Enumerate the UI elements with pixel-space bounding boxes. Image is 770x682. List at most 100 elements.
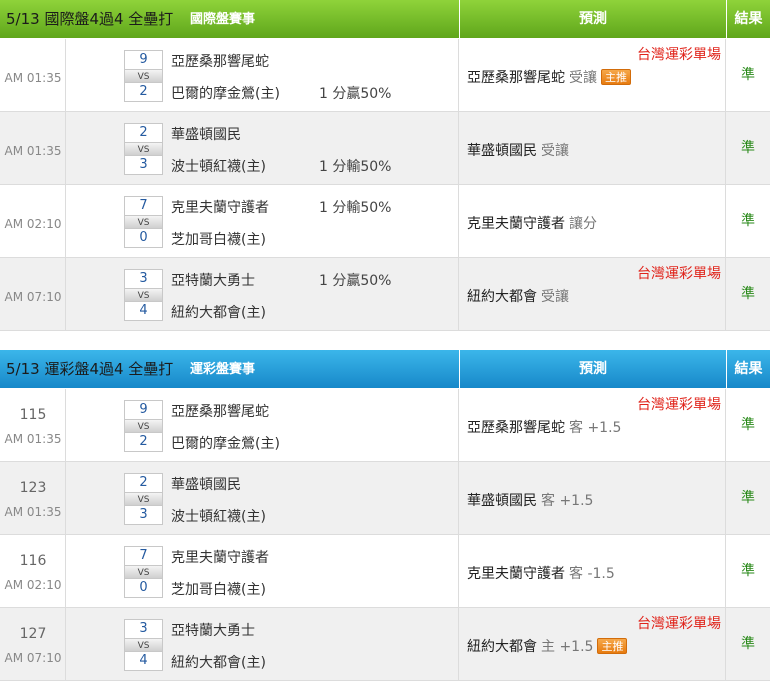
score-home: 3 [139, 157, 148, 172]
pick-team: 亞歷桑那響尾蛇 [467, 420, 565, 436]
table-row: 123 AM 01:35 2 VS 3 華盛頓國民 波士頓紅襪(主) 華盛頓國民… [0, 462, 770, 535]
pick-team: 克里夫蘭守護者 [467, 216, 565, 232]
vs-label: VS [125, 419, 162, 433]
team-home[interactable]: 巴爾的摩金鶯(主) [171, 83, 280, 103]
prediction-pick: 華盛頓國民 受讓 [467, 140, 569, 160]
team-away[interactable]: 亞特蘭大勇士 [171, 620, 255, 640]
team-home[interactable]: 紐約大都會(主) [171, 302, 266, 322]
match-cell: 2 VS 3 華盛頓國民 波士頓紅襪(主) [66, 462, 459, 534]
prediction-pick: 紐約大都會主 +1.5 主推 [467, 636, 628, 656]
pick-note: 受讓 [541, 289, 569, 305]
match-cell: 7 VS 0 克里夫蘭守護者 芝加哥白襪(主) 1 分輸50% [66, 185, 459, 257]
game-number: 127 [19, 626, 47, 642]
match-cell: 9 VS 2 亞歷桑那響尾蛇 巴爾的摩金鶯(主) 1 分贏50% [66, 39, 459, 111]
match-cell: 9 VS 2 亞歷桑那響尾蛇 巴爾的摩金鶯(主) [66, 389, 459, 461]
time-cell: 116 AM 02:10 [0, 535, 66, 607]
scorebox: 3 VS 4 [124, 619, 163, 671]
team-away[interactable]: 華盛頓國民 [171, 124, 241, 144]
prediction-cell: 克里夫蘭守護者 讓分 [459, 185, 726, 257]
pick-note: 客 +1.5 [569, 420, 622, 436]
single-game-tag: 台灣運彩單場 [637, 616, 721, 632]
score-away: 2 [139, 475, 148, 490]
scorebox: 2 VS 3 [124, 473, 163, 525]
team-away[interactable]: 華盛頓國民 [171, 474, 241, 494]
scorebox: 3 VS 4 [124, 269, 163, 321]
match-time: AM 02:10 [4, 578, 62, 592]
team-home[interactable]: 紐約大都會(主) [171, 652, 266, 672]
score-away: 2 [139, 125, 148, 140]
vs-label: VS [125, 288, 162, 302]
lottery-pred-header: 預測 [459, 350, 726, 389]
result-cell: 準 [741, 636, 755, 652]
score-away: 3 [139, 271, 148, 286]
vs-label: VS [125, 565, 162, 579]
pick-team: 紐約大都會 [467, 289, 537, 305]
team-away[interactable]: 克里夫蘭守護者 [171, 547, 269, 567]
vs-label: VS [125, 638, 162, 652]
pick-team: 亞歷桑那響尾蛇 [467, 70, 565, 86]
score-away: 3 [139, 621, 148, 636]
scorebox: 2 VS 3 [124, 123, 163, 175]
game-number: 123 [19, 480, 47, 496]
scorebox: 7 VS 0 [124, 546, 163, 598]
lottery-result-header: 結果 [726, 350, 770, 389]
team-home[interactable]: 芝加哥白襪(主) [171, 229, 266, 249]
intl-panel: 5/13 國際盤4過4 全壘打 國際盤賽事 預測 結果 AM 01:35 9 V… [0, 0, 770, 331]
vs-label: VS [125, 69, 162, 83]
team-away[interactable]: 亞歷桑那響尾蛇 [171, 51, 269, 71]
team-home[interactable]: 芝加哥白襪(主) [171, 579, 266, 599]
vs-label: VS [125, 142, 162, 156]
scorebox: 9 VS 2 [124, 50, 163, 102]
intl-pred-header: 預測 [459, 0, 726, 39]
lottery-header: 5/13 運彩盤4過4 全壘打 運彩盤賽事 預測 結果 [0, 350, 770, 389]
team-away[interactable]: 克里夫蘭守護者 [171, 197, 269, 217]
match-cell: 2 VS 3 華盛頓國民 波士頓紅襪(主) 1 分輸50% [66, 112, 459, 184]
match-time: AM 07:10 [4, 290, 62, 304]
match-cell: 7 VS 0 克里夫蘭守護者 芝加哥白襪(主) [66, 535, 459, 607]
table-row: AM 01:35 2 VS 3 華盛頓國民 波士頓紅襪(主) 1 分輸50% 華… [0, 112, 770, 185]
team-home[interactable]: 巴爾的摩金鶯(主) [171, 433, 280, 453]
prediction-cell: 台灣運彩單場 紐約大都會 受讓 [459, 258, 726, 330]
score-away: 9 [139, 402, 148, 417]
table-row: 127 AM 07:10 3 VS 4 亞特蘭大勇士 紐約大都會(主) 台灣運彩… [0, 608, 770, 681]
single-game-tag: 台灣運彩單場 [637, 47, 721, 63]
match-time: AM 02:10 [4, 217, 62, 231]
team-away[interactable]: 亞歷桑那響尾蛇 [171, 401, 269, 421]
team-home[interactable]: 波士頓紅襪(主) [171, 156, 266, 176]
prediction-pick: 克里夫蘭守護者 讓分 [467, 213, 597, 233]
single-game-tag: 台灣運彩單場 [637, 397, 721, 413]
table-row: 116 AM 02:10 7 VS 0 克里夫蘭守護者 芝加哥白襪(主) 克里夫… [0, 535, 770, 608]
table-row: AM 01:35 9 VS 2 亞歷桑那響尾蛇 巴爾的摩金鶯(主) 1 分贏50… [0, 39, 770, 112]
top-pick-badge: 主推 [601, 69, 631, 85]
result-cell: 準 [741, 417, 755, 433]
intl-title: 5/13 國際盤4過4 全壘打 [6, 10, 174, 28]
score-home: 2 [139, 434, 148, 449]
time-cell: 127 AM 07:10 [0, 608, 66, 680]
single-game-tag: 台灣運彩單場 [637, 266, 721, 282]
match-time: AM 01:35 [4, 505, 62, 519]
match-time: AM 01:35 [4, 71, 62, 85]
game-number: 116 [19, 553, 47, 569]
scorebox: 7 VS 0 [124, 196, 163, 248]
pick-note: 主 +1.5 [541, 639, 594, 655]
game-number: 115 [19, 407, 47, 423]
match-time: AM 01:35 [4, 432, 62, 446]
lottery-title: 5/13 運彩盤4過4 全壘打 [6, 360, 174, 378]
team-home[interactable]: 波士頓紅襪(主) [171, 506, 266, 526]
lottery-subtitle: 運彩盤賽事 [190, 362, 256, 377]
prediction-pick: 華盛頓國民客 +1.5 [467, 490, 593, 510]
score-home: 3 [139, 507, 148, 522]
match-time: AM 07:10 [4, 651, 62, 665]
result-cell: 準 [741, 67, 755, 83]
pick-team: 華盛頓國民 [467, 143, 537, 159]
pick-note: 讓分 [569, 216, 597, 232]
top-pick-badge: 主推 [597, 638, 628, 654]
score-home: 0 [139, 230, 148, 245]
handicap-away: 1 分贏50% [319, 273, 392, 289]
team-away[interactable]: 亞特蘭大勇士 [171, 270, 255, 290]
score-home: 2 [139, 84, 148, 99]
score-home: 4 [139, 303, 148, 318]
score-away: 7 [139, 548, 148, 563]
result-cell: 準 [741, 140, 755, 156]
handicap-home: 1 分贏50% [319, 86, 392, 102]
